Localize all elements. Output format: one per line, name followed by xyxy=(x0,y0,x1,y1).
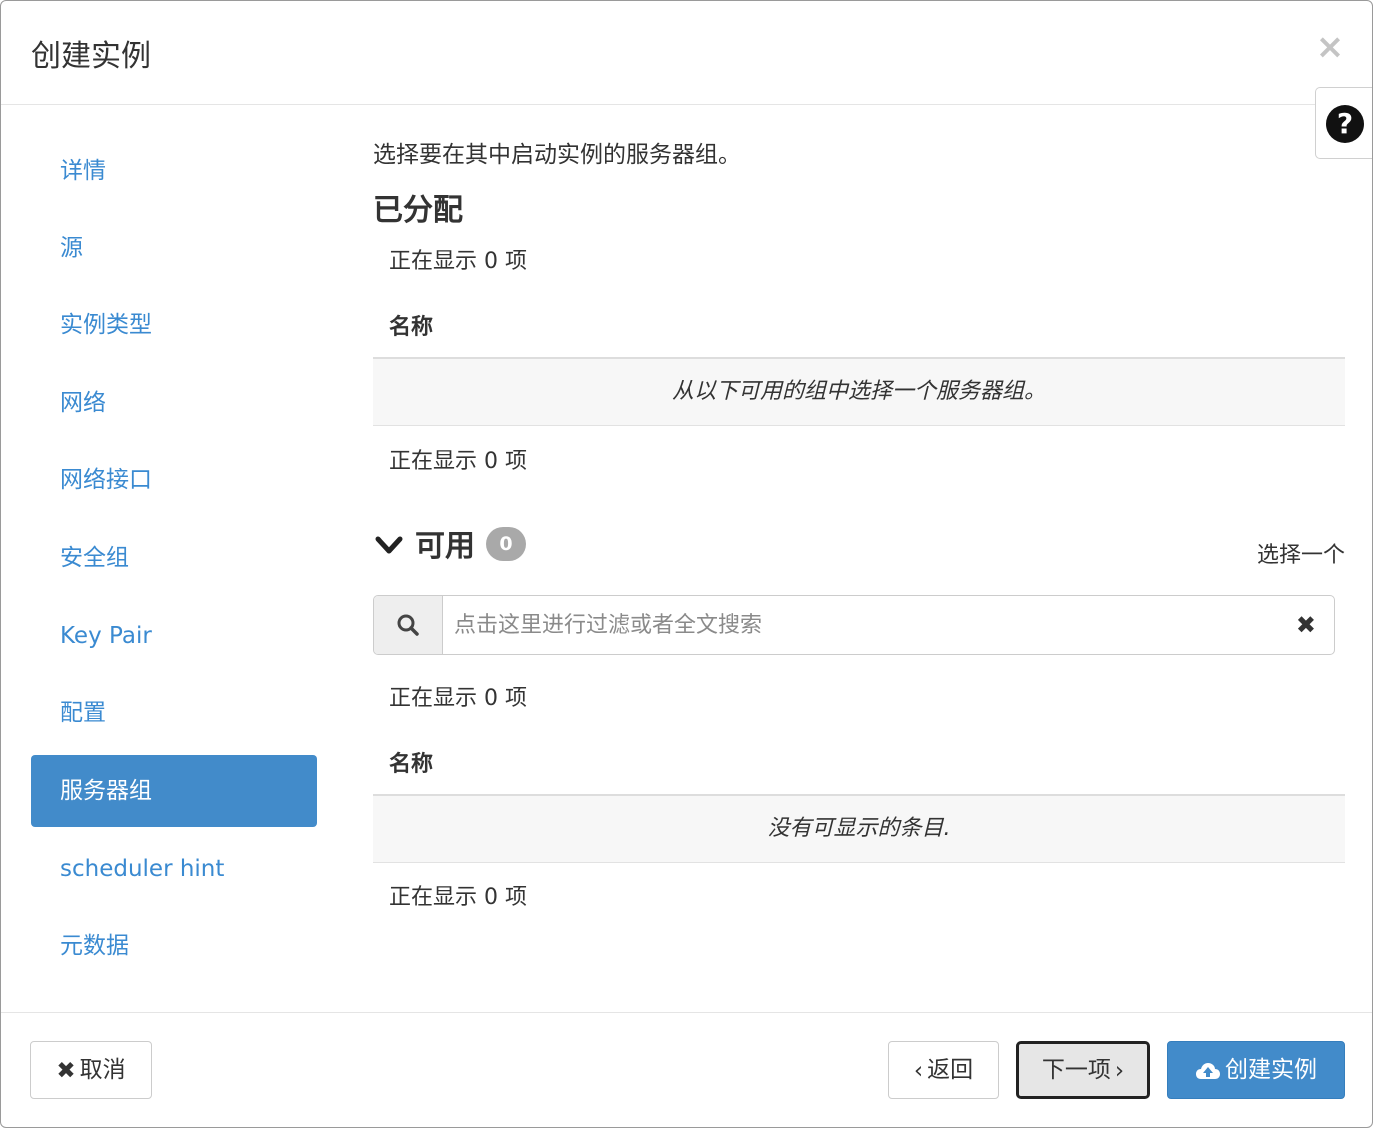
modal-title: 创建实例 xyxy=(31,39,151,74)
allocated-column-name[interactable]: 名称 xyxy=(389,309,433,341)
cloud-upload-icon xyxy=(1196,1062,1220,1079)
search-bar: ✖ xyxy=(373,595,1335,655)
nav-item-networks[interactable]: 网络 xyxy=(31,367,317,439)
chevron-left-icon: ‹ xyxy=(913,1057,924,1084)
clear-search-icon[interactable]: ✖ xyxy=(1296,610,1316,640)
back-button[interactable]: ‹ 返回 xyxy=(888,1041,999,1099)
search-icon xyxy=(397,614,419,636)
intro-text: 选择要在其中启动实例的服务器组。 xyxy=(373,142,741,168)
available-count-bottom: 正在显示 0 项 xyxy=(389,885,527,910)
search-addon xyxy=(374,596,443,654)
create-instance-modal: 创建实例 × ? 详情 源 实例类型 网络 网络接口 安全组 Key Pair … xyxy=(0,0,1373,1128)
available-column-name[interactable]: 名称 xyxy=(389,746,433,778)
search-input[interactable] xyxy=(444,596,1264,654)
next-button[interactable]: 下一项 › xyxy=(1016,1041,1150,1099)
cancel-button[interactable]: ✖ 取消 xyxy=(30,1041,152,1099)
available-empty-row: 没有可显示的条目. xyxy=(373,796,1345,863)
close-icon: ✖ xyxy=(56,1057,76,1084)
next-label: 下一项 xyxy=(1041,1057,1111,1083)
allocated-count-top: 正在显示 0 项 xyxy=(389,249,527,274)
available-title[interactable]: 可用 xyxy=(415,521,475,565)
close-icon[interactable]: × xyxy=(1314,29,1346,65)
chevron-right-icon: › xyxy=(1114,1057,1125,1084)
nav-item-key-pair[interactable]: Key Pair xyxy=(31,600,317,672)
nav-item-source[interactable]: 源 xyxy=(31,212,317,284)
back-label: 返回 xyxy=(927,1057,974,1083)
nav-item-scheduler-hint[interactable]: scheduler hint xyxy=(31,833,317,905)
allocated-empty-row: 从以下可用的组中选择一个服务器组。 xyxy=(373,359,1345,426)
cancel-label: 取消 xyxy=(79,1057,126,1083)
nav-item-metadata[interactable]: 元数据 xyxy=(31,910,317,982)
nav-item-configuration[interactable]: 配置 xyxy=(31,677,317,749)
nav-item-details[interactable]: 详情 xyxy=(31,135,317,207)
nav-item-server-groups[interactable]: 服务器组 xyxy=(31,755,317,827)
nav-item-network-ports[interactable]: 网络接口 xyxy=(31,444,317,516)
create-instance-label: 创建实例 xyxy=(1225,1057,1317,1083)
question-icon: ? xyxy=(1326,105,1364,143)
select-one-label: 选择一个 xyxy=(1256,543,1345,568)
available-count-top: 正在显示 0 项 xyxy=(389,686,527,711)
create-instance-button[interactable]: 创建实例 xyxy=(1167,1041,1345,1099)
allocated-count-bottom: 正在显示 0 项 xyxy=(389,449,527,474)
nav-item-security-groups[interactable]: 安全组 xyxy=(31,522,317,594)
modal-header: 创建实例 × xyxy=(1,1,1372,105)
allocated-title: 已分配 xyxy=(373,193,463,228)
nav-item-flavor[interactable]: 实例类型 xyxy=(31,289,317,361)
modal-footer: ✖ 取消 ‹ 返回 下一项 › 创建实例 xyxy=(1,1012,1372,1127)
available-header: 可用 0 选择一个 xyxy=(373,527,1345,568)
chevron-down-icon[interactable] xyxy=(375,531,403,559)
help-button[interactable]: ? xyxy=(1315,87,1372,159)
available-count-badge: 0 xyxy=(486,527,526,561)
